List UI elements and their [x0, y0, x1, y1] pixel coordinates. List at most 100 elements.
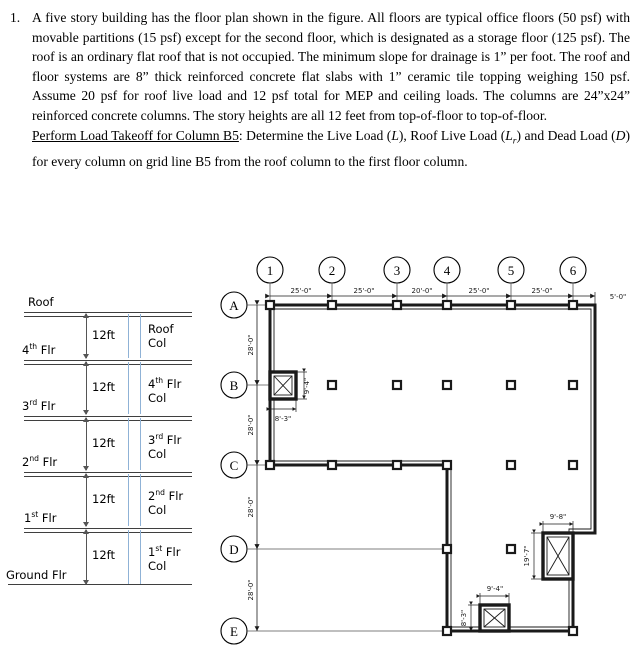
story-height-5: 12ft [92, 328, 115, 342]
floor-line-ground [8, 584, 192, 585]
level-label-roof: Roof [28, 295, 54, 309]
column-band-left-2 [128, 474, 129, 526]
task-text-2: ), Roof Live Load ( [398, 127, 506, 143]
column-B6 [567, 379, 579, 391]
column-C1 [264, 459, 276, 471]
story-dim-2 [83, 473, 90, 527]
story-dim-4 [83, 361, 90, 415]
level-label-4th: 4th Flr [22, 342, 56, 357]
column-A3 [391, 299, 403, 311]
column-B3 [391, 379, 403, 391]
column-band-left-5 [128, 314, 129, 358]
level-label-3rd: 3rd Flr [22, 398, 56, 413]
shaft-d6-width-dim [539, 521, 574, 533]
grid-label-B: B [230, 378, 239, 393]
column-label-4th: 4th Flr Col [148, 376, 182, 405]
column-B2 [326, 379, 338, 391]
column-A2 [326, 299, 338, 311]
shaft-e5-height-label: 8'-3" [460, 610, 468, 627]
shaft-d6 [541, 531, 575, 581]
floor-line-4th [24, 360, 192, 365]
floor-line-1st [24, 528, 192, 533]
column-B5 [505, 379, 517, 391]
column-band-left-1 [128, 530, 129, 584]
column-label-1st: 1st Flr Col [148, 544, 181, 573]
problem-task: Perform Load Takeoff for Column B5: Dete… [32, 126, 630, 172]
grid-label-D: D [229, 542, 238, 557]
column-A1 [264, 299, 276, 311]
grid-label-1: 1 [267, 263, 274, 278]
story-height-3: 12ft [92, 436, 115, 450]
arrow-down-icon [83, 410, 90, 415]
dim-bay-C-D: 28'-0" [247, 496, 255, 517]
level-label-1st: 1st Flr [24, 510, 57, 525]
task-text-1: : Determine the Live Load ( [238, 127, 392, 143]
dim-bay-1-2: 25'-0" [290, 287, 311, 295]
arrow-down-icon [83, 466, 90, 471]
floor-line-3rd [24, 416, 192, 421]
shaft-e5-width-dim [476, 593, 510, 605]
problem-number: 1. [10, 10, 21, 25]
variable-D: D [615, 127, 626, 143]
grid-label-6: 6 [570, 263, 577, 278]
shaft-d6-height-dim [531, 529, 543, 580]
arrow-down-icon [83, 354, 90, 359]
column-band-left-4 [128, 362, 129, 414]
level-label-2nd: 2nd Flr [22, 454, 58, 469]
column-band-right-1 [140, 530, 141, 584]
grid-bubbles-columns: 1 2 3 4 5 6 [256, 256, 587, 284]
dim-bay-B-C: 28'-0" [247, 414, 255, 435]
problem-statement: 1. A five story building has the floor p… [0, 0, 640, 171]
arrow-down-icon [83, 522, 90, 527]
story-height-1: 12ft [92, 548, 115, 562]
column-markers [264, 299, 579, 637]
grid-label-5: 5 [508, 263, 515, 278]
column-band-right-2 [140, 474, 141, 526]
story-dim-3 [83, 417, 90, 471]
building-section-diagram: Roof 4th Flr 3rd Flr 2nd Flr 1st Flr Gro… [0, 292, 212, 602]
grid-label-3: 3 [394, 263, 401, 278]
column-C6 [567, 459, 579, 471]
grid-bubbles-rows: A B C D E [220, 291, 248, 645]
building-outline [268, 303, 597, 633]
level-label-ground: Ground Flr [6, 568, 67, 582]
column-D5 [505, 543, 517, 555]
column-C4 [441, 459, 453, 471]
story-dim-1 [83, 529, 90, 585]
column-E6 [567, 625, 579, 637]
floor-line-roof [24, 312, 192, 317]
shaft-b1-height-label: 9'-4" [303, 378, 311, 395]
shaft-e5-width-label: 9'-4" [487, 585, 504, 593]
column-E4 [441, 625, 453, 637]
dim-bay-D-E: 28'-0" [247, 579, 255, 600]
dim-overhang-right: 5'-0" [610, 293, 627, 301]
story-height-4: 12ft [92, 380, 115, 394]
shaft-d6-height-label: 19'-7" [523, 545, 531, 566]
column-band-right-4 [140, 362, 141, 414]
arrow-up-icon [83, 361, 90, 366]
story-dim-5 [83, 313, 90, 359]
column-band-left-3 [128, 418, 129, 470]
grid-label-2: 2 [329, 263, 336, 278]
column-band-right-5 [140, 314, 141, 358]
column-A6 [567, 299, 579, 311]
arrow-up-icon [83, 473, 90, 478]
dim-bay-3-4: 20'-0" [411, 287, 432, 295]
grid-label-A: A [229, 298, 239, 313]
column-label-2nd: 2nd Flr Col [148, 488, 184, 517]
shaft-d6-width-label: 9'-8" [550, 513, 567, 521]
variable-L: L [391, 127, 399, 143]
shaft-b1 [268, 370, 298, 401]
column-B4 [441, 379, 453, 391]
variable-Lr: L [505, 127, 513, 143]
grid-leaders-rows [247, 304, 447, 632]
dim-bay-A-B: 28'-0" [247, 334, 255, 355]
grid-label-4: 4 [444, 263, 451, 278]
column-label-3rd: 3rd Flr Col [148, 432, 182, 461]
column-band-right-3 [140, 418, 141, 470]
floor-plan-diagram: 1 2 3 4 5 6 25'-0" 25'-0" 20'-0" 25'-0" … [214, 248, 640, 664]
grid-label-C: C [230, 458, 239, 473]
dim-bay-2-3: 25'-0" [353, 287, 374, 295]
dim-bay-4-5: 25'-0" [468, 287, 489, 295]
arrow-up-icon [83, 313, 90, 318]
